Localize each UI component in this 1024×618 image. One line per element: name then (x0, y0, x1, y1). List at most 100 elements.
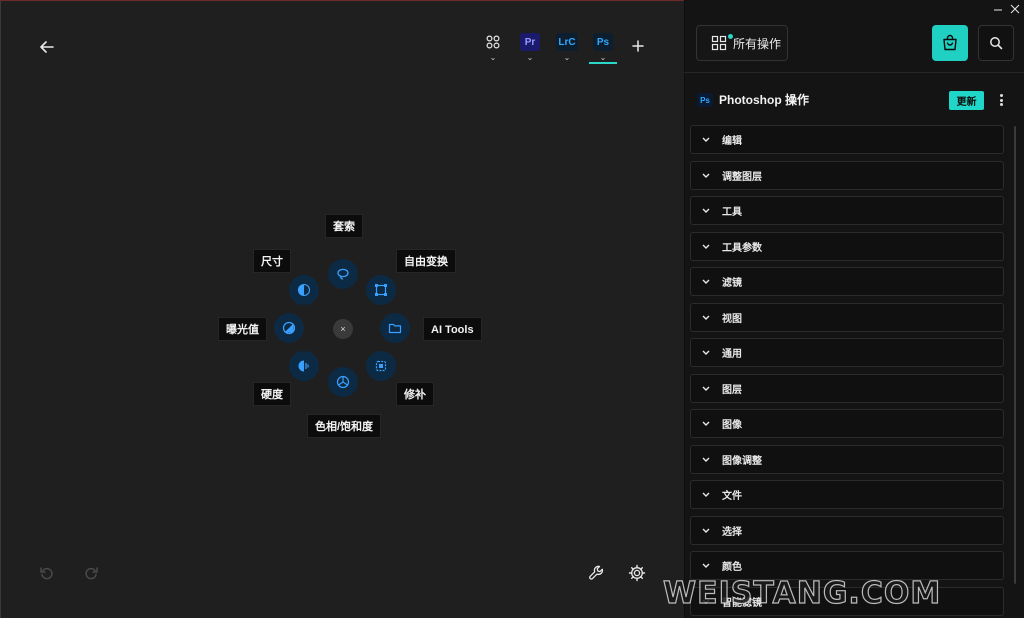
hue-saturation-icon (336, 375, 350, 389)
wrench-icon (589, 565, 604, 580)
category-label: 滤镜 (722, 278, 742, 289)
chevron-down-icon: ⌄ (599, 53, 607, 62)
settings-button[interactable] (627, 563, 647, 583)
lightroom-classic-icon: LrC (556, 33, 578, 51)
label-size: 尺寸 (253, 249, 291, 273)
redo-icon (85, 567, 98, 580)
category-row[interactable]: 选择 (690, 515, 1004, 545)
category-label: 图像 (722, 420, 742, 431)
patch-button[interactable] (366, 351, 396, 381)
label-free-transform: 自由变换 (396, 249, 456, 273)
label-hardness: 硬度 (253, 382, 291, 406)
category-row[interactable]: 视图 (690, 302, 1004, 332)
app-switch-photoshop[interactable]: Ps ⌄ (593, 33, 613, 62)
chevron-down-icon (701, 563, 711, 568)
category-label: 视图 (722, 313, 742, 325)
wrench-button[interactable] (587, 563, 607, 583)
label-exposure: 曝光值 (218, 317, 267, 341)
all-operations-button[interactable]: 所有操作 (696, 25, 788, 61)
undo-button[interactable] (37, 563, 57, 583)
category-row[interactable]: 调整图层 (690, 160, 1004, 190)
search-button[interactable] (978, 25, 1014, 61)
plus-icon (632, 40, 644, 52)
chevron-down-icon (701, 350, 711, 355)
panel-scrollbar[interactable] (1014, 126, 1016, 584)
chevron-down-icon (701, 457, 711, 462)
watermark-text: WEISTANG.COM (662, 576, 942, 611)
all-operations-label: 所有操作 (733, 36, 782, 51)
chevron-down-icon (701, 279, 711, 284)
half-circle-dial-icon (297, 283, 311, 297)
category-row[interactable]: 工具 (690, 196, 1004, 225)
close-window-icon[interactable] (1010, 4, 1020, 14)
chevron-down-icon (701, 386, 711, 391)
category-row[interactable]: 工具参数 (690, 231, 1004, 261)
minimize-icon[interactable] (993, 5, 1003, 15)
label-lasso: 套索 (325, 214, 363, 238)
close-icon: × (340, 324, 346, 334)
app-switch-all[interactable]: ⌄ (483, 33, 503, 62)
category-row[interactable]: 通用 (690, 338, 1004, 367)
lasso-button[interactable] (328, 259, 358, 289)
chevron-down-icon: ⌄ (563, 53, 571, 62)
chevron-down-icon: ⌄ (489, 53, 497, 62)
category-label: 工具 (722, 207, 742, 218)
radial-editor-pane: ⌄ Pr ⌄ LrC ⌄ Ps ⌄ × 套索 自由变换 尺寸 AI Tools … (0, 0, 684, 618)
chevron-down-icon (701, 528, 711, 533)
transform-icon (375, 284, 387, 296)
category-row[interactable]: 编辑 (690, 125, 1004, 154)
redo-button[interactable] (81, 563, 101, 583)
search-icon (990, 37, 1003, 50)
category-label: 工具参数 (722, 242, 762, 254)
category-label: 图像调整 (722, 455, 762, 467)
chevron-down-icon (701, 421, 711, 426)
active-app-indicator (589, 62, 617, 64)
grid-icon (711, 35, 727, 51)
category-row[interactable]: 文件 (690, 480, 1004, 509)
more-options-icon[interactable] (996, 92, 1006, 108)
category-label: 图层 (722, 384, 742, 396)
free-transform-button[interactable] (366, 275, 396, 305)
folder-icon (388, 323, 402, 334)
hue-saturation-button[interactable] (328, 367, 358, 397)
photoshop-icon: Ps (593, 33, 613, 51)
category-label: 编辑 (722, 136, 742, 147)
category-row[interactable]: 图像调整 (690, 444, 1004, 474)
back-button[interactable] (35, 35, 59, 59)
photoshop-badge-icon: Ps (697, 93, 713, 107)
app-switch-lightroom[interactable]: LrC ⌄ (556, 33, 578, 62)
lasso-icon (337, 268, 349, 280)
chevron-down-icon: ⌄ (526, 53, 534, 62)
radial-close-button[interactable]: × (333, 319, 353, 339)
ai-tools-button[interactable] (380, 313, 410, 343)
label-hue-saturation: 色相/饱和度 (307, 414, 382, 438)
category-row[interactable]: 滤镜 (690, 267, 1004, 296)
chevron-down-icon (701, 208, 711, 213)
exposure-button[interactable] (274, 313, 304, 343)
grid-apps-icon (483, 33, 503, 51)
category-label: 文件 (722, 491, 742, 502)
panel-title: Photoshop 操作 (719, 93, 809, 107)
size-button[interactable] (289, 275, 319, 305)
chevron-down-icon (701, 492, 711, 497)
category-row[interactable]: 图层 (690, 373, 1004, 403)
exposure-icon (282, 321, 296, 335)
update-button[interactable]: 更新 (949, 91, 984, 110)
category-label: 调整图层 (722, 171, 762, 183)
chevron-down-icon (701, 173, 711, 178)
store-button[interactable] (932, 25, 968, 61)
add-app-button[interactable] (629, 37, 647, 55)
app-switch-premiere[interactable]: Pr ⌄ (520, 33, 540, 62)
undo-icon (40, 567, 53, 580)
premiere-icon: Pr (520, 33, 540, 51)
category-row[interactable]: 图像 (690, 409, 1004, 438)
shopping-bag-icon (943, 34, 957, 51)
hardness-icon (298, 360, 309, 372)
patch-icon (375, 360, 387, 372)
category-label: 颜色 (722, 562, 742, 573)
category-label: 选择 (722, 526, 742, 538)
hardness-button[interactable] (289, 351, 319, 381)
label-patch: 修补 (396, 382, 434, 406)
label-ai-tools: AI Tools (423, 317, 482, 341)
chevron-down-icon (701, 244, 711, 249)
